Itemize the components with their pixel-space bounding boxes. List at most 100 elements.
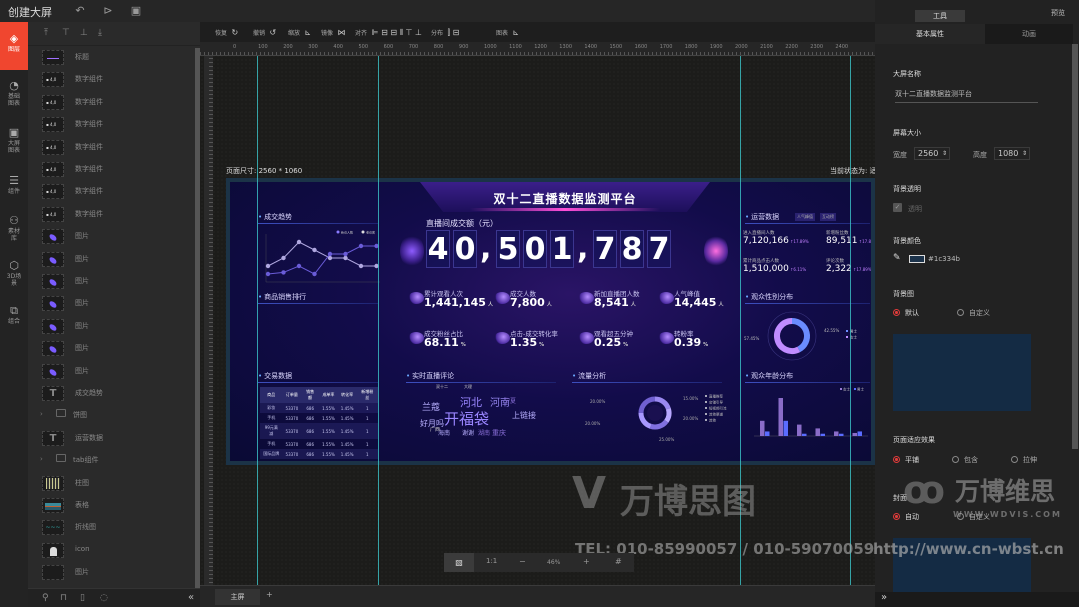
toolbar-chart[interactable]: 图表 ⊾	[496, 28, 519, 37]
eyedropper-icon[interactable]: ✎	[893, 253, 901, 263]
layer-item[interactable]: 标题	[28, 47, 196, 69]
layer-item[interactable]: 柱图	[28, 473, 196, 495]
lock-icon[interactable]: ⊓	[60, 593, 67, 603]
layer-item[interactable]: icon	[28, 540, 196, 562]
rail-item-cube[interactable]: ⬡ 3D场景	[0, 252, 28, 294]
tab-basic-properties[interactable]: 基本属性	[875, 24, 985, 44]
guide-line[interactable]	[378, 56, 379, 607]
eye-icon[interactable]: ◌	[100, 593, 108, 603]
layer-item[interactable]: ▪ 4,0 数字组件	[28, 204, 196, 226]
preview-icon[interactable]: ⊳	[101, 4, 115, 18]
properties-scrollbar[interactable]	[1072, 44, 1078, 449]
layer-item[interactable]: ~~~ 折线图	[28, 517, 196, 539]
chevron-right-icon[interactable]: ›	[40, 455, 43, 463]
stat-orb-icon	[658, 292, 674, 304]
fit-stretch-radio[interactable]	[1011, 456, 1018, 463]
hierarchy-icon[interactable]: ⚲	[42, 593, 49, 603]
trade-table: 商品 订单量 销售额 成单率 转化率 新增粉丝 彩妆 53370 686 1.55% 1.45% 1 手…	[260, 387, 378, 459]
stepper-arrows-icon[interactable]: ⇕	[1022, 148, 1027, 159]
layer-item[interactable]: 半圆	[28, 585, 196, 587]
align-icon[interactable]: ⊫ ⊟ ⊟ ⫴ ⊤ ⊥	[369, 28, 422, 37]
guide-line[interactable]	[740, 56, 741, 607]
trash-icon[interactable]: ▯	[80, 593, 85, 603]
mirror-icon[interactable]: ⋈	[335, 28, 346, 37]
bg-default-radio[interactable]	[893, 309, 900, 316]
cover-auto-radio[interactable]	[893, 513, 900, 520]
toolbar-distribute[interactable]: 分布 ⫿ ⊟	[431, 28, 459, 38]
zoom-in-button[interactable]: +	[583, 557, 590, 566]
move-down-icon[interactable]: ⊥	[80, 28, 88, 38]
transparent-checkbox[interactable]: ✓	[893, 203, 902, 212]
undo-icon[interactable]: ↺	[267, 28, 277, 37]
layer-item[interactable]: 图片	[28, 271, 196, 293]
add-screen-button[interactable]: +	[266, 590, 273, 599]
layer-item[interactable]: 图片	[28, 338, 196, 360]
bg-color-value[interactable]: #1c334b	[928, 255, 960, 263]
table-cell: 手机	[267, 415, 276, 420]
stepper-arrows-icon[interactable]: ⇕	[942, 148, 947, 159]
collapse-panel-icon[interactable]: «	[188, 592, 194, 603]
layer-item[interactable]: 图片	[28, 293, 196, 315]
chart-icon[interactable]: ⊾	[510, 28, 520, 37]
chevron-right-icon[interactable]: ›	[40, 410, 43, 418]
toolbar-redo[interactable]: 恢复 ↻	[215, 28, 238, 37]
width-stepper[interactable]: 2560 ⇕	[914, 147, 950, 160]
save-icon[interactable]: ▣	[129, 4, 143, 18]
scale-icon[interactable]: ⊾	[302, 28, 312, 37]
tab-animation[interactable]: 动画	[985, 24, 1073, 44]
screen-name-input[interactable]: 双十二直播数据监测平台	[895, 89, 1038, 103]
layer-item[interactable]: ▪ 4,0 数字组件	[28, 159, 196, 181]
rail-item-layers[interactable]: ◈ 图层	[0, 22, 28, 70]
layer-item[interactable]: ▪ 4,0 数字组件	[28, 137, 196, 159]
fit-contain-radio[interactable]	[952, 456, 959, 463]
move-bottom-icon[interactable]: ⤓	[98, 28, 102, 38]
layer-item[interactable]: ▪ 4,0 数字组件	[28, 69, 196, 91]
layer-item[interactable]: 图片	[28, 316, 196, 338]
layer-item[interactable]: ▪ 4,0 数字组件	[28, 181, 196, 203]
bg-image-preview[interactable]	[893, 334, 1031, 411]
toolbar-undo[interactable]: 撤销 ↺	[253, 28, 276, 37]
layer-folder[interactable]: › tab组件	[28, 450, 196, 472]
preview-button[interactable]: 预览	[1051, 8, 1065, 18]
layer-item[interactable]: ▪ 4,0 数字组件	[28, 114, 196, 136]
ops-tag[interactable]: 互动榜	[820, 213, 836, 221]
undo-icon[interactable]: ↶	[73, 4, 87, 18]
height-stepper[interactable]: 1080 ⇕	[994, 147, 1030, 160]
layer-folder[interactable]: › 饼图	[28, 405, 196, 427]
bg-custom-radio[interactable]	[957, 309, 964, 316]
ops-tag[interactable]: 人气峰值	[795, 213, 815, 221]
rail-item-sliders[interactable]: ☰ 组件	[0, 167, 28, 209]
tab-tools[interactable]: 工具	[915, 10, 965, 22]
layer-item[interactable]: T 成交趋势	[28, 383, 196, 405]
fit-screen-icon[interactable]: ▧	[444, 553, 474, 572]
layer-item[interactable]: ▪ 4,0 数字组件	[28, 92, 196, 114]
redo-icon[interactable]: ↻	[229, 28, 239, 37]
layer-item[interactable]: 图片	[28, 562, 196, 584]
guide-line[interactable]	[257, 56, 258, 607]
rail-item-pie-chart[interactable]: ◔ 基础图表	[0, 72, 28, 114]
dashboard-canvas[interactable]: 双十二直播数据监测平台 成交趋势 新访人数 老访客 商品销售排行 交易数据 商品订…	[226, 178, 875, 465]
rail-item-group[interactable]: ⧉ 组合	[0, 297, 28, 339]
grid-icon[interactable]: #	[615, 557, 622, 566]
distribute-icon[interactable]: ⫿ ⊟	[445, 28, 460, 37]
layer-item[interactable]: T 运营数据	[28, 428, 196, 450]
tab-main-screen[interactable]: 主屏	[215, 589, 260, 605]
layer-item[interactable]: 表格	[28, 495, 196, 517]
move-top-icon[interactable]: ⤒	[44, 28, 48, 38]
toolbar-align[interactable]: 对齐 ⊫ ⊟ ⊟ ⫴ ⊤ ⊥	[355, 28, 422, 38]
rail-item-materials[interactable]: ⚇ 素材库	[0, 207, 28, 249]
bg-color-swatch[interactable]	[909, 255, 925, 263]
expand-panel-icon[interactable]: »	[881, 592, 887, 603]
layer-item[interactable]: 图片	[28, 226, 196, 248]
fit-tile-radio[interactable]	[893, 456, 900, 463]
ratio-button[interactable]: 1:1	[486, 557, 497, 565]
layer-item[interactable]: 图片	[28, 249, 196, 271]
zoom-out-button[interactable]: −	[519, 557, 526, 566]
layer-item[interactable]: 图片	[28, 361, 196, 383]
rail-item-screen-chart[interactable]: ▣ 大屏图表	[0, 119, 28, 161]
move-up-icon[interactable]: ⊤	[62, 28, 70, 38]
table-header-cell: 成单率	[319, 387, 338, 403]
guide-line[interactable]	[850, 56, 851, 607]
toolbar-mirror[interactable]: 镜像 ⋈	[321, 28, 346, 37]
toolbar-scale[interactable]: 缩放 ⊾	[288, 28, 311, 37]
